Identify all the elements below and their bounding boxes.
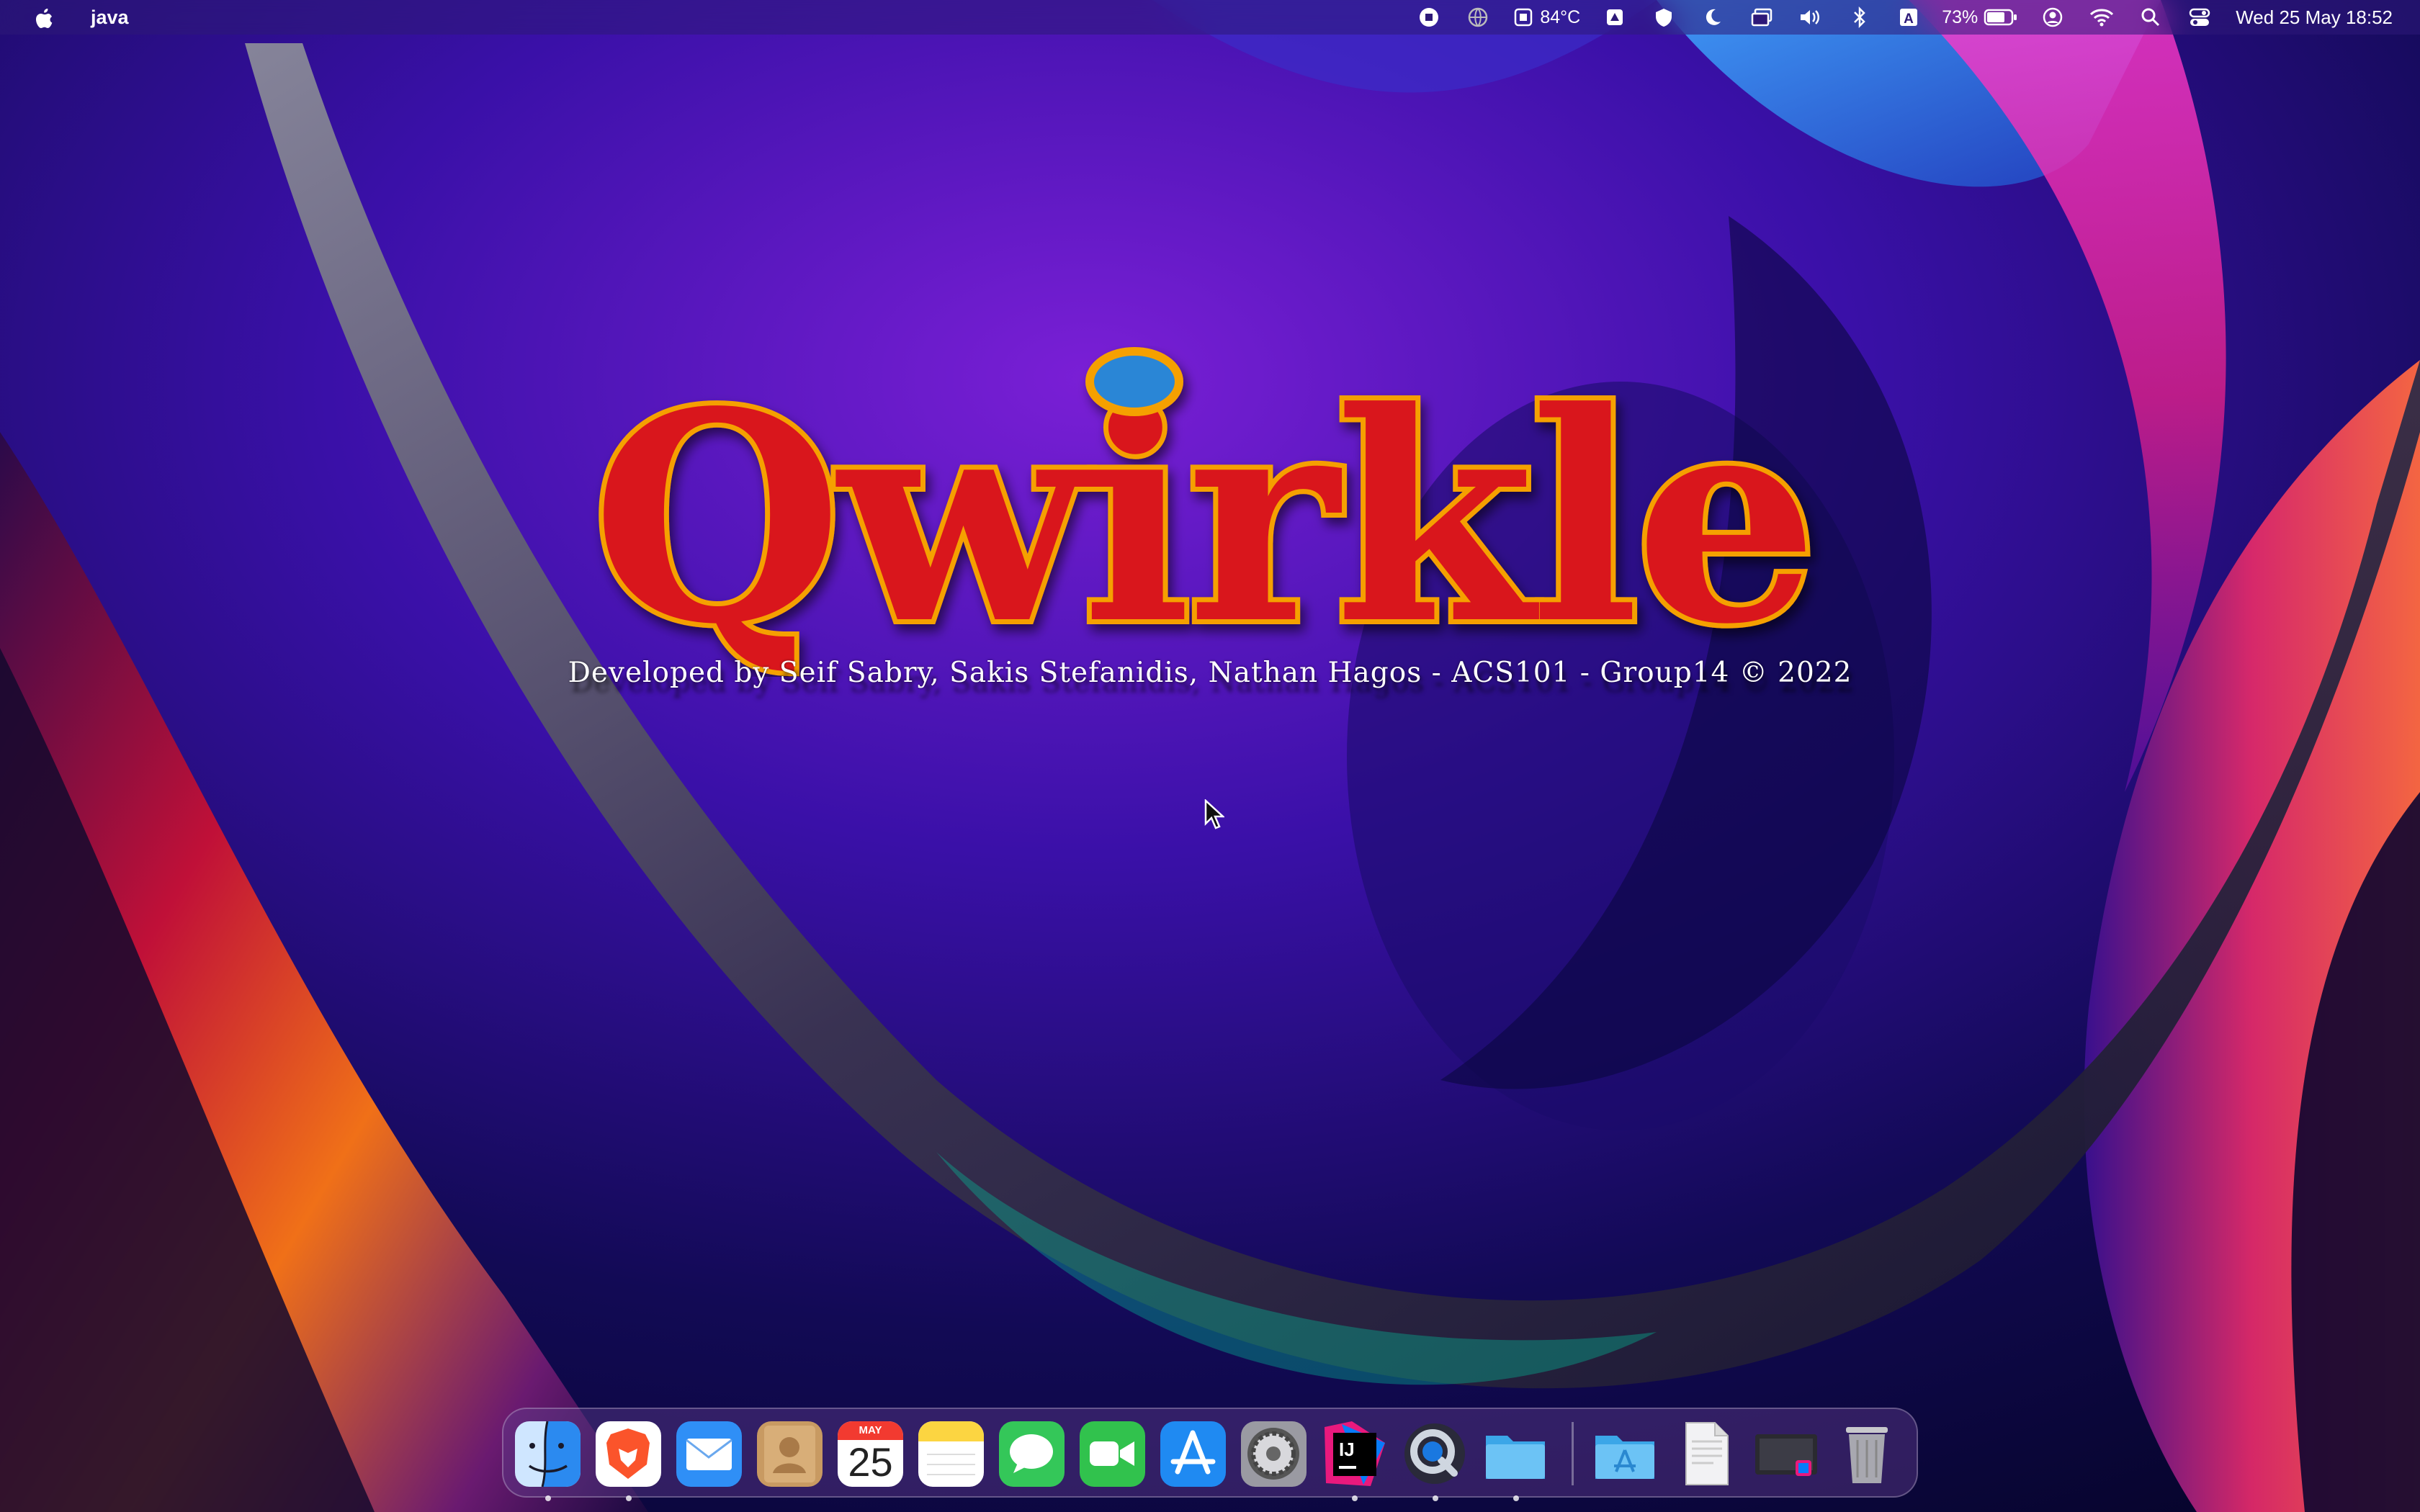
dock-notes[interactable] xyxy=(917,1420,985,1488)
battery-icon[interactable] xyxy=(1984,0,2018,35)
cpu-temperature[interactable]: 84°C xyxy=(1540,7,1580,28)
dock-finder[interactable] xyxy=(514,1420,582,1501)
dock-messages[interactable] xyxy=(998,1420,1066,1488)
dock-quicktime-player[interactable] xyxy=(1401,1420,1469,1501)
dock-intellij-idea[interactable]: IJ xyxy=(1320,1420,1389,1501)
search-icon[interactable] xyxy=(2136,0,2165,35)
dock-screenshot[interactable] xyxy=(1752,1420,1821,1488)
shield-icon[interactable] xyxy=(1649,0,1678,35)
finder-icon xyxy=(515,1421,581,1488)
dock-folder[interactable] xyxy=(1482,1420,1550,1501)
app-store-icon xyxy=(1160,1421,1226,1487)
dock-separator xyxy=(1572,1422,1574,1485)
running-indicator xyxy=(1513,1495,1519,1501)
game-title-text: Qwirkle xyxy=(591,349,1814,677)
globe-icon[interactable] xyxy=(1464,0,1492,35)
messages-icon xyxy=(999,1421,1065,1487)
dock-app-store[interactable] xyxy=(1159,1420,1227,1488)
running-indicator xyxy=(1433,1495,1438,1501)
mail-icon xyxy=(676,1421,742,1487)
running-indicator xyxy=(1352,1495,1358,1501)
folder-icon xyxy=(1486,1436,1545,1479)
menu-bar-clock[interactable]: Wed 25 May 18:52 xyxy=(2236,6,2393,29)
facetime-icon xyxy=(1080,1421,1145,1487)
trash-icon xyxy=(1846,1427,1888,1483)
calendar-day: 25 xyxy=(848,1439,893,1485)
app-menu-name[interactable]: java xyxy=(91,6,129,29)
svg-text:A: A xyxy=(1904,12,1914,27)
applications-folder-icon xyxy=(1595,1436,1654,1479)
dock-brave[interactable] xyxy=(594,1420,663,1501)
apple-icon[interactable] xyxy=(29,0,58,35)
gear-icon xyxy=(1241,1421,1307,1487)
running-indicator xyxy=(626,1495,632,1501)
dock-facetime[interactable] xyxy=(1078,1420,1147,1488)
contacts-icon xyxy=(757,1421,823,1487)
running-indicator xyxy=(545,1495,551,1501)
dock: MAY 25 IJ xyxy=(502,1408,1918,1501)
temperature-icon[interactable] xyxy=(1512,0,1534,35)
bluetooth-icon[interactable] xyxy=(1845,0,1874,35)
intellij-idea-icon: IJ xyxy=(1325,1421,1385,1486)
keyboard-input-icon[interactable]: A xyxy=(1894,0,1923,35)
game-credits: Developed by Seif Sabry, Sakis Stefanidi… xyxy=(568,657,1852,689)
desktop-wallpaper xyxy=(0,0,2420,1512)
dock-calendar[interactable]: MAY 25 xyxy=(836,1420,905,1488)
record-icon[interactable] xyxy=(1415,0,1443,35)
screenshot-icon xyxy=(1755,1434,1817,1476)
window-icon[interactable] xyxy=(1747,0,1776,35)
wifi-icon[interactable] xyxy=(2087,0,2116,35)
moon-icon[interactable] xyxy=(1698,0,1727,35)
menu-bar: java 84°C A 73% Wed 25 May 18:52 xyxy=(0,0,2420,35)
notes-icon xyxy=(918,1421,984,1487)
dock-document[interactable] xyxy=(1672,1420,1740,1488)
qwirkle-logo: Qwirkle xyxy=(586,346,1823,677)
dock-contacts[interactable] xyxy=(756,1420,824,1488)
dock-mail[interactable] xyxy=(675,1420,743,1488)
document-icon xyxy=(1685,1422,1729,1485)
dock-applications-folder[interactable] xyxy=(1591,1420,1659,1488)
control-center-icon[interactable] xyxy=(2185,0,2214,35)
mouse-cursor-icon xyxy=(1204,799,1224,829)
calendar-month: MAY xyxy=(859,1424,882,1436)
svg-text:IJ: IJ xyxy=(1339,1439,1355,1460)
dock-system-preferences[interactable] xyxy=(1240,1420,1308,1488)
drive-icon[interactable] xyxy=(1600,0,1629,35)
logo-dot xyxy=(1085,347,1183,416)
brave-icon xyxy=(596,1421,661,1487)
quicktime-icon xyxy=(1404,1423,1465,1484)
volume-icon[interactable] xyxy=(1796,0,1825,35)
dock-trash[interactable] xyxy=(1833,1420,1901,1488)
battery-percent[interactable]: 73% xyxy=(1942,7,1978,28)
user-icon[interactable] xyxy=(2038,0,2067,35)
